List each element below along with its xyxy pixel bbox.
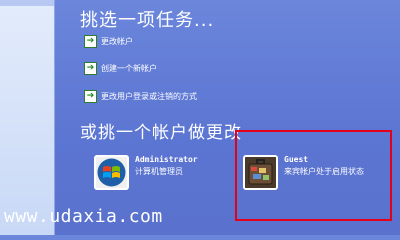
- arrow-right-icon: ➔: [84, 62, 97, 75]
- watermark: www.udaxia.com: [4, 206, 163, 227]
- left-pane: [0, 0, 55, 235]
- account-info: Administrator 计算机管理员: [135, 155, 198, 177]
- task-label: 更改帐户: [101, 37, 133, 46]
- windows-logo-icon: [94, 155, 129, 190]
- page-title: 挑选一项任务...: [80, 10, 215, 31]
- task-label: 更改用户登录或注销的方式: [101, 92, 197, 101]
- account-name: Administrator: [135, 155, 198, 164]
- account-administrator[interactable]: Administrator 计算机管理员: [94, 155, 198, 190]
- accounts-section-title: 或挑一个帐户做更改: [80, 123, 242, 143]
- task-create-account[interactable]: ➔ 创建一个新帐户: [84, 62, 157, 75]
- task-change-account[interactable]: ➔ 更改帐户: [84, 35, 133, 48]
- task-change-logon[interactable]: ➔ 更改用户登录或注销的方式: [84, 90, 197, 103]
- highlight-box: [235, 130, 392, 221]
- account-description: 计算机管理员: [135, 167, 183, 176]
- arrow-right-icon: ➔: [84, 35, 97, 48]
- arrow-right-icon: ➔: [84, 90, 97, 103]
- task-label: 创建一个新帐户: [101, 64, 157, 73]
- left-pane-accent: [0, 0, 54, 6]
